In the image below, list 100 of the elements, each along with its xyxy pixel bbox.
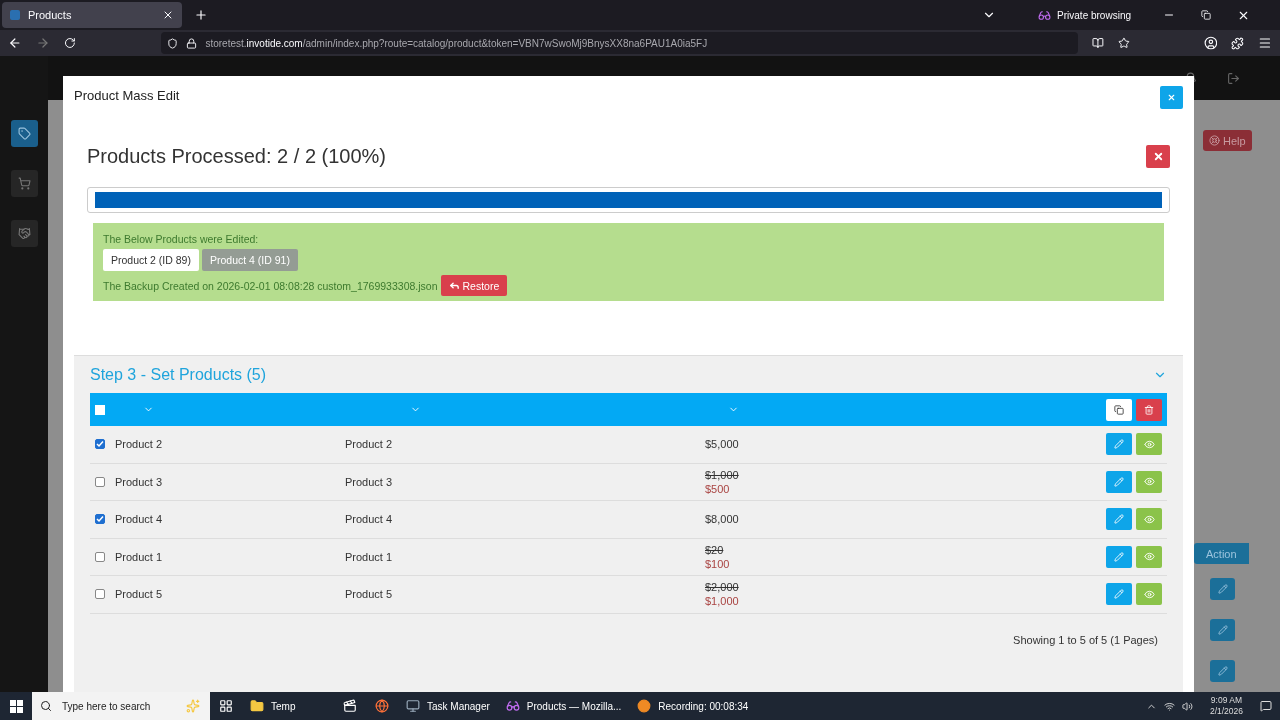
restore-icon[interactable] <box>1201 10 1211 20</box>
pencil-icon <box>1114 476 1124 487</box>
shield-icon <box>167 37 179 49</box>
table-cell-text: Product 5 <box>345 588 394 601</box>
pagination-text: Showing 1 to 5 of 5 (1 Pages) <box>1013 633 1158 646</box>
copy-icon <box>1114 404 1124 415</box>
notification-icon[interactable] <box>1260 700 1272 712</box>
close-icon[interactable] <box>162 9 174 21</box>
row-checkbox[interactable] <box>95 476 105 487</box>
status-heading: Products Processed: 2 / 2 (100%) <box>87 145 387 168</box>
new-tab-icon[interactable] <box>194 8 208 22</box>
table-cell-text: Product 4 <box>115 513 164 526</box>
table-cell-text: Product 5 <box>115 588 164 601</box>
clock[interactable]: 9:09 AM 2/1/2026 <box>1209 695 1243 717</box>
table-cell-text: Product 1 <box>345 550 394 563</box>
edit-button[interactable] <box>1106 583 1132 606</box>
volume-icon[interactable] <box>1181 700 1193 712</box>
bookmark-icon[interactable] <box>1117 37 1130 49</box>
taskbar-app[interactable]: Recording: 00:08:34 <box>629 692 757 720</box>
table-cell-text: Product 1 <box>115 550 164 563</box>
eye-icon <box>1143 438 1155 450</box>
search-field[interactable]: Type here to search <box>60 699 178 713</box>
table-cell-text: Product 3 <box>115 475 164 488</box>
product-tag[interactable]: Product 2 (ID 89) <box>103 249 199 271</box>
select-all-checkbox[interactable] <box>95 404 105 415</box>
restore-button[interactable]: Restore <box>440 275 508 296</box>
edit-button[interactable] <box>1106 545 1132 568</box>
reader-icon[interactable] <box>1091 37 1104 49</box>
lifebuoy-icon <box>1209 135 1220 146</box>
clapperboard-icon[interactable] <box>343 699 357 713</box>
price: $500 <box>705 482 731 495</box>
old-price: $20 <box>705 543 725 556</box>
close-icon <box>1152 151 1164 162</box>
search-bar[interactable]: Type here to search <box>32 692 210 720</box>
favicon-icon <box>10 10 20 20</box>
close-icon <box>1167 92 1176 102</box>
pencil-icon <box>1217 584 1228 594</box>
eye-icon <box>1143 551 1155 563</box>
folder-icon[interactable] <box>250 699 264 713</box>
taskbar-app[interactable]: Temp <box>242 692 334 720</box>
private-browsing-label: Private browsing <box>1057 9 1131 21</box>
backup-text: The Backup Created on 2026-02-01 08:08:28 custom_1769933308.json <box>103 279 438 292</box>
old-price: $1,000 <box>705 468 740 481</box>
address-field[interactable]: storetest.invotide.com/admin/index.php?route=catalog/product&token=VBN7wSwoMj9BnysXX8na6PAU1A0ia5FJ <box>161 32 1078 54</box>
url-text[interactable]: storetest.invotide.com/admin/index.php?route=catalog/product&token=VBN7wSwoMj9BnysXX8na6PAU1A0ia5FJ <box>205 37 708 49</box>
sidebar-item[interactable] <box>10 220 38 247</box>
sidebar-item[interactable] <box>10 170 38 197</box>
price: $100 <box>705 557 731 570</box>
row-checkbox[interactable] <box>95 551 105 562</box>
old-price: $2,000 <box>705 581 740 594</box>
table-cell-text: Product 3 <box>345 475 394 488</box>
forward-icon[interactable] <box>35 36 50 50</box>
alert-heading: The Below Products were Edited: <box>103 233 260 245</box>
eye-icon <box>1143 513 1155 525</box>
tag-icon <box>17 127 31 140</box>
price: $1,000 <box>705 595 740 608</box>
record-icon <box>637 699 652 713</box>
pencil-icon <box>1114 514 1124 525</box>
pencil-icon <box>1217 666 1228 676</box>
pencil-icon <box>1114 589 1124 600</box>
row-checkbox[interactable] <box>95 439 105 450</box>
pencil-icon <box>1217 625 1228 635</box>
windows-icon[interactable] <box>9 699 23 713</box>
edit-button[interactable] <box>1106 508 1132 531</box>
network-icon[interactable] <box>1163 700 1175 712</box>
extensions-icon[interactable] <box>1231 36 1245 50</box>
back-icon[interactable] <box>8 36 22 50</box>
reload-icon[interactable] <box>63 37 76 49</box>
taskbar-app[interactable]: Task Manager <box>398 692 498 720</box>
row-checkbox[interactable] <box>95 589 105 600</box>
row-checkbox[interactable] <box>95 514 105 525</box>
browser-icon[interactable] <box>375 699 389 713</box>
modal-title: Product Mass Edit <box>74 87 180 103</box>
edit-button[interactable] <box>1106 470 1132 493</box>
reply-icon <box>448 280 460 291</box>
taskbar-app[interactable]: Products — Mozilla... <box>497 692 630 720</box>
table-cell-text: Product 2 <box>345 438 394 451</box>
account-icon[interactable] <box>1203 36 1218 50</box>
eye-icon <box>1143 476 1155 488</box>
table-cell-text: Product 2 <box>115 438 164 451</box>
price: $8,000 <box>705 513 740 526</box>
task-view-icon[interactable] <box>219 699 233 713</box>
eye-icon <box>1143 588 1155 600</box>
price: $5,000 <box>705 438 740 451</box>
sidebar-item[interactable] <box>10 120 38 147</box>
pencil-icon <box>1114 439 1124 450</box>
table-cell-text: Product 4 <box>345 513 394 526</box>
monitor-icon <box>406 699 420 713</box>
browser-tab[interactable]: Products <box>2 2 182 28</box>
search-icon <box>40 700 52 712</box>
menu-icon[interactable] <box>1258 36 1273 50</box>
edit-button[interactable] <box>1106 433 1132 456</box>
cart-icon <box>17 177 31 190</box>
trash-icon <box>1144 404 1154 415</box>
cancel-button[interactable] <box>1146 145 1170 168</box>
delete-button[interactable] <box>1136 398 1162 421</box>
pencil-icon <box>1114 551 1124 562</box>
copy-button[interactable] <box>1106 398 1132 421</box>
sparkle-icon <box>186 699 200 713</box>
logout-icon[interactable] <box>1227 71 1240 85</box>
